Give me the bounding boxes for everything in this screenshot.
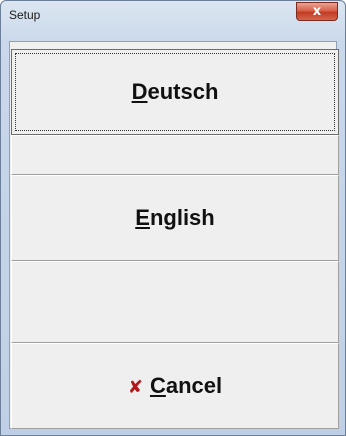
cancel-x-icon: ✘ xyxy=(127,376,143,398)
cancel-button-label: Cancel xyxy=(149,373,223,398)
deutsch-button[interactable]: Deutsch xyxy=(11,49,339,135)
setup-window: Setup x Deutsch English ✘ Cancel xyxy=(0,0,346,436)
english-button-label: English xyxy=(135,205,215,230)
window-title: Setup xyxy=(9,8,41,22)
close-icon: x xyxy=(312,4,322,19)
close-button[interactable]: x xyxy=(296,2,338,21)
cancel-button[interactable]: ✘ Cancel xyxy=(11,343,339,429)
english-button[interactable]: English xyxy=(11,175,339,261)
title-bar[interactable]: Setup x xyxy=(1,1,345,31)
spacer-panel xyxy=(11,135,339,175)
spacer-panel xyxy=(11,261,339,343)
deutsch-button-label: Deutsch xyxy=(131,79,219,104)
